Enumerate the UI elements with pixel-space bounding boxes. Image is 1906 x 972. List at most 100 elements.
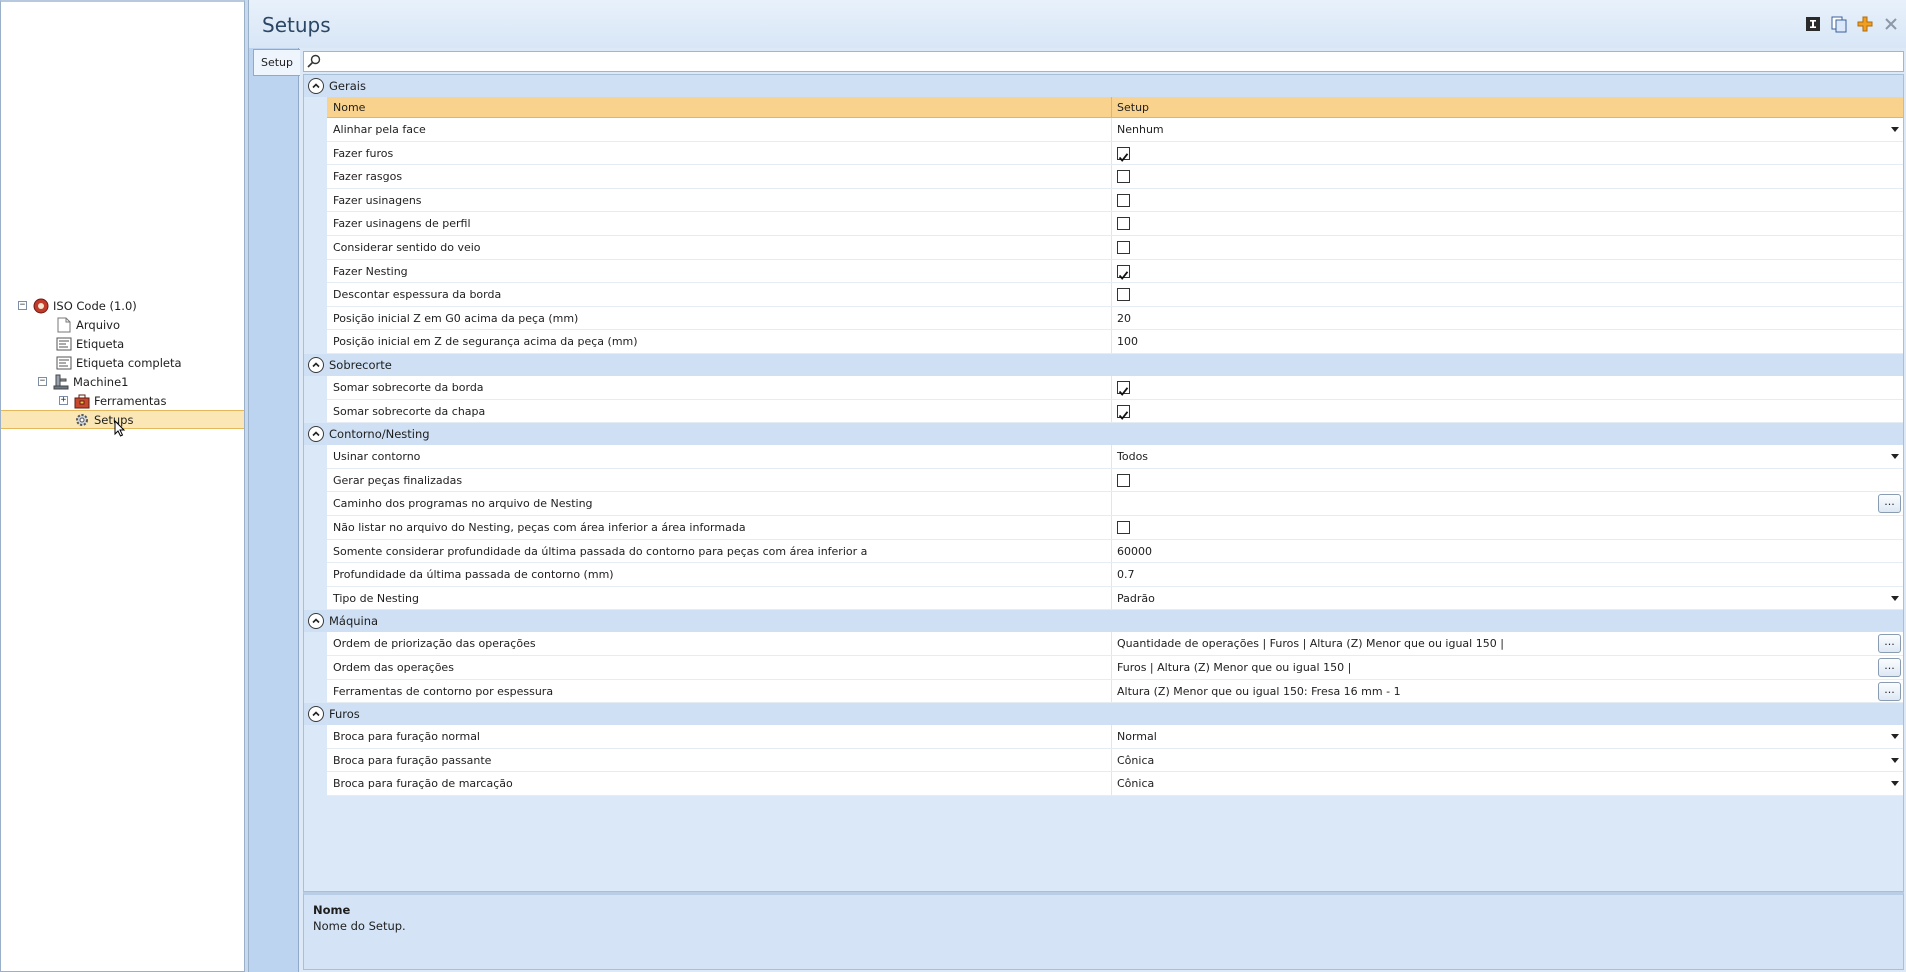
ellipsis-button[interactable]: ... <box>1878 658 1901 677</box>
property-value[interactable] <box>1111 212 1903 235</box>
property-value[interactable]: Nenhum <box>1111 118 1903 141</box>
property-row[interactable]: Ferramentas de contorno por espessura Alt… <box>327 679 1903 704</box>
property-checkbox[interactable] <box>1117 170 1130 184</box>
property-row[interactable]: Broca para furação passante Cônica <box>327 748 1903 773</box>
collapse-category-button[interactable] <box>308 426 324 443</box>
property-value[interactable] <box>1111 259 1903 283</box>
property-row[interactable]: Posição inicial Z em G0 acima da peça (m… <box>327 306 1903 331</box>
property-value[interactable] <box>1111 468 1903 492</box>
property-row[interactable]: Tipo de Nesting Padrão <box>327 586 1903 611</box>
property-value[interactable]: ... <box>1111 492 1903 515</box>
add-button[interactable] <box>1856 15 1874 33</box>
property-row[interactable]: Broca para furação normal Normal <box>327 725 1903 749</box>
property-value[interactable]: Cônica <box>1111 748 1903 772</box>
dropdown-arrow-icon[interactable] <box>1891 454 1899 460</box>
property-value[interactable] <box>1111 399 1903 423</box>
property-row[interactable]: Alinhar pela face Nenhum <box>327 118 1903 142</box>
dropdown-arrow-icon[interactable] <box>1891 734 1899 740</box>
property-row[interactable]: Não listar no arquivo do Nesting, peças … <box>327 516 1903 540</box>
property-checkbox[interactable] <box>1117 264 1130 280</box>
property-value[interactable]: 0.7 <box>1111 563 1903 586</box>
property-row[interactable]: Fazer usinagens de perfil <box>327 212 1903 236</box>
property-value[interactable]: 100 <box>1111 330 1903 353</box>
info-button[interactable] <box>1804 15 1822 33</box>
dropdown-arrow-icon[interactable] <box>1891 595 1899 601</box>
expand-icon[interactable]: + <box>59 396 68 405</box>
property-row[interactable]: Gerar peças finalizadas <box>327 468 1903 493</box>
property-row[interactable]: Caminho dos programas no arquivo de Nest… <box>327 492 1903 516</box>
property-value[interactable]: Padrão <box>1111 586 1903 610</box>
property-value[interactable]: Normal <box>1111 725 1903 748</box>
property-checkbox[interactable] <box>1117 217 1130 231</box>
property-value[interactable] <box>1111 141 1903 165</box>
property-value[interactable]: Furos | Altura (Z) Menor que ou igual 15… <box>1111 656 1903 679</box>
tree-item-label: Arquivo <box>76 317 121 332</box>
property-row[interactable]: Usinar contorno Todos <box>327 445 1903 469</box>
property-checkbox[interactable] <box>1117 241 1130 254</box>
property-row[interactable]: Broca para furação de marcação Cônica <box>327 772 1903 796</box>
tree-item-ferramentas[interactable]: + Ferramentas <box>59 391 244 410</box>
property-row[interactable]: Profundidade da última passada de contor… <box>327 563 1903 587</box>
tree-item-machine1[interactable]: − Machine1 <box>38 372 244 391</box>
tab-setup[interactable]: Setup <box>253 49 300 76</box>
tree-item-iso-code[interactable]: − ISO Code (1.0) <box>18 296 244 315</box>
property-value[interactable]: Quantidade de operações | Furos | Altura… <box>1111 632 1903 655</box>
tree-item-etiqueta[interactable]: Etiqueta <box>56 334 244 353</box>
property-checkbox[interactable] <box>1117 521 1130 534</box>
property-value[interactable]: Cônica <box>1111 772 1903 795</box>
tree-item-arquivo[interactable]: Arquivo <box>56 315 244 334</box>
property-value[interactable] <box>1111 376 1903 399</box>
property-value[interactable]: 60000 <box>1111 539 1903 563</box>
main-header: Setups <box>249 0 1906 48</box>
collapse-icon[interactable]: − <box>18 301 27 310</box>
property-row[interactable]: Fazer usinagens <box>327 188 1903 213</box>
dropdown-arrow-icon[interactable] <box>1891 781 1899 787</box>
ellipsis-button[interactable]: ... <box>1878 681 1901 701</box>
search-box[interactable] <box>303 51 1904 72</box>
description-text: Nome do Setup. <box>313 919 406 933</box>
property-checkbox[interactable] <box>1117 288 1130 302</box>
property-row[interactable]: Fazer rasgos <box>327 165 1903 189</box>
close-button[interactable] <box>1882 15 1900 33</box>
property-value[interactable] <box>1111 165 1903 188</box>
property-value[interactable] <box>1111 188 1903 212</box>
collapse-category-button[interactable] <box>308 78 324 94</box>
collapse-category-button[interactable] <box>308 613 324 630</box>
duplicate-button[interactable] <box>1830 15 1848 33</box>
property-checkbox[interactable] <box>1117 193 1130 207</box>
property-row[interactable]: Somar sobrecorte da chapa <box>327 399 1903 424</box>
property-checkbox[interactable] <box>1117 404 1130 420</box>
property-checkbox[interactable] <box>1117 146 1130 162</box>
property-checkbox[interactable] <box>1117 381 1130 396</box>
property-row[interactable]: Ordem de priorização das operações Quanti… <box>327 632 1903 656</box>
property-name: Ordem de priorização das operações <box>333 637 536 651</box>
grid-header-row: Nome Setup <box>327 97 1903 118</box>
collapse-icon[interactable]: − <box>38 377 47 386</box>
property-value[interactable] <box>1111 516 1903 539</box>
property-value[interactable] <box>1111 236 1903 259</box>
property-row[interactable]: Descontar espessura da borda <box>327 283 1903 307</box>
tree-item-etiqueta-completa[interactable]: Etiqueta completa <box>56 353 244 372</box>
property-row[interactable]: Somar sobrecorte da borda <box>327 376 1903 400</box>
add-icon <box>1857 16 1873 32</box>
property-row[interactable]: Fazer furos <box>327 141 1903 166</box>
property-checkbox[interactable] <box>1117 473 1130 487</box>
ellipsis-button[interactable]: ... <box>1878 494 1901 514</box>
search-input[interactable] <box>324 53 1901 70</box>
dropdown-arrow-icon[interactable] <box>1891 127 1899 132</box>
property-value[interactable] <box>1111 283 1903 306</box>
dropdown-arrow-icon[interactable] <box>1891 757 1899 763</box>
property-value[interactable]: Altura (Z) Menor que ou igual 150: Fresa… <box>1111 679 1903 703</box>
collapse-category-button[interactable] <box>308 706 324 723</box>
property-row[interactable]: Ordem das operações Furos | Altura (Z) Me… <box>327 656 1903 680</box>
collapse-category-button[interactable] <box>308 357 324 373</box>
property-row[interactable]: Fazer Nesting <box>327 259 1903 284</box>
property-row[interactable]: Somente considerar profundidade da últim… <box>327 539 1903 564</box>
property-row[interactable]: Considerar sentido do veio <box>327 236 1903 260</box>
property-value[interactable]: 20 <box>1111 306 1903 330</box>
tree-item-label: Machine1 <box>73 374 129 389</box>
property-value-text: Quantidade de operações | Furos | Altura… <box>1117 637 1504 651</box>
property-row[interactable]: Posição inicial em Z de segurança acima … <box>327 330 1903 354</box>
property-value[interactable]: Todos <box>1111 445 1903 468</box>
ellipsis-button[interactable]: ... <box>1878 634 1901 654</box>
